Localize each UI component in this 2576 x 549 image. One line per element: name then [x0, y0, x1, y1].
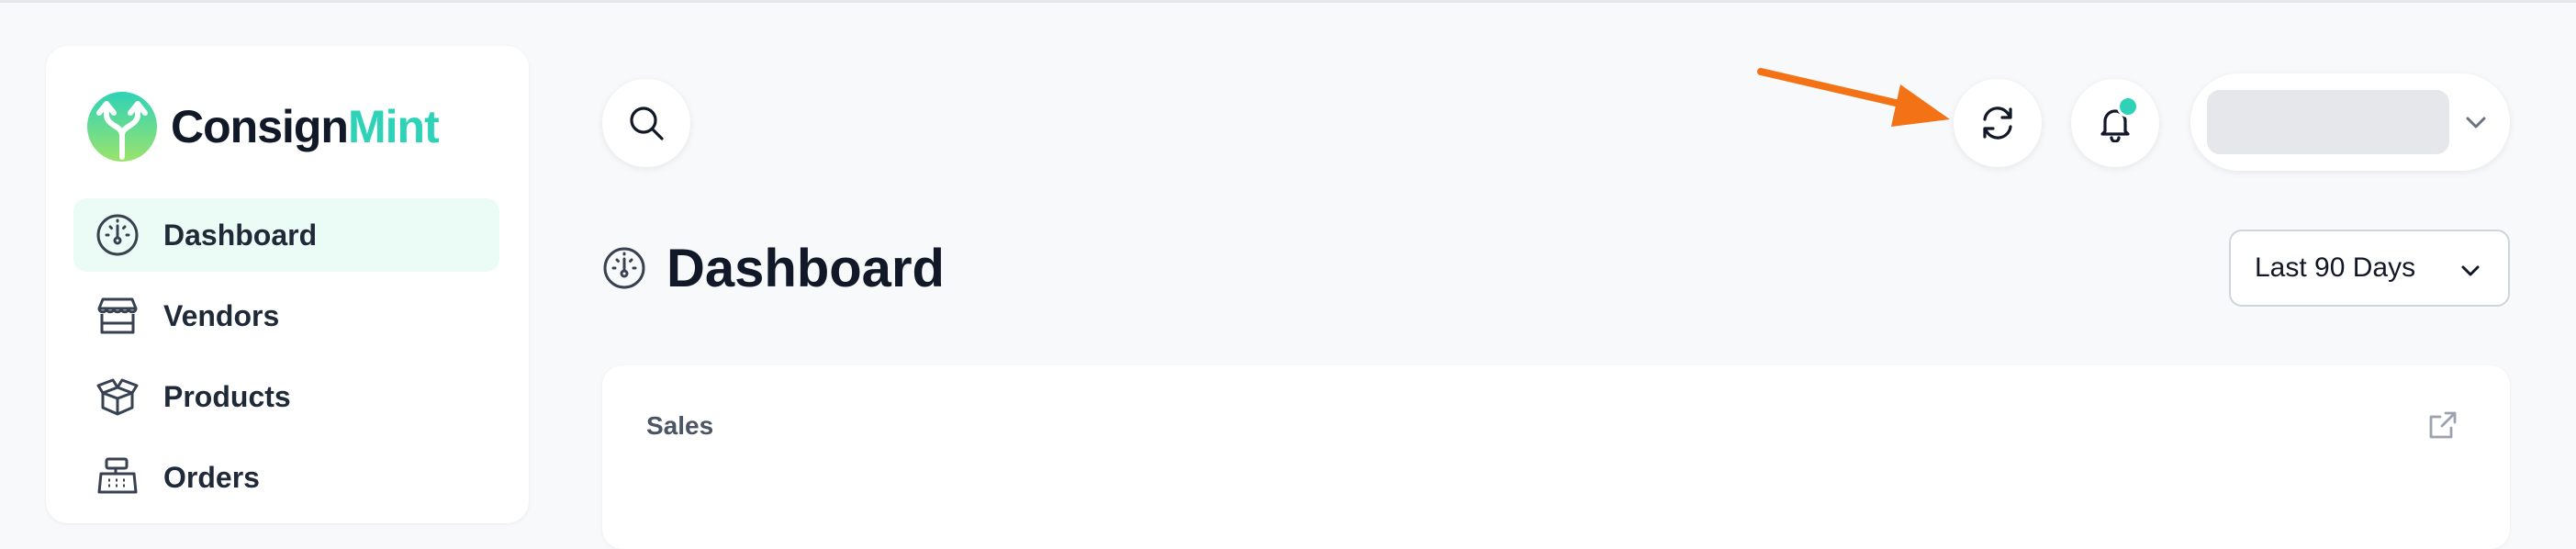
refresh-icon: [1983, 106, 2012, 140]
page-header: Dashboard: [602, 235, 945, 301]
refresh-button[interactable]: [1954, 79, 2042, 167]
sidebar-item-dashboard[interactable]: Dashboard: [73, 198, 499, 272]
page-title: Dashboard: [666, 238, 945, 298]
sidebar-item-label: Products: [163, 379, 291, 413]
sales-card: Sales: [602, 365, 2510, 549]
date-range-value: Last 90 Days: [2255, 252, 2416, 283]
sidebar: ConsignMint Dashboard Vendors Products O…: [46, 46, 529, 523]
chevron-down-icon: [2461, 265, 2480, 276]
sidebar-nav: Dashboard Vendors Products Orders: [73, 198, 499, 521]
sidebar-item-products[interactable]: Products: [73, 360, 499, 433]
split-arrows-logo-icon: [87, 92, 157, 162]
sidebar-item-label: Vendors: [163, 298, 280, 332]
storefront-icon: [94, 292, 141, 340]
chevron-down-icon: [2466, 117, 2486, 129]
sidebar-item-orders[interactable]: Orders: [73, 441, 499, 514]
gauge-icon: [94, 211, 141, 259]
gauge-icon: [603, 247, 645, 289]
brand-logo[interactable]: ConsignMint: [86, 90, 440, 163]
top-border: [0, 0, 2576, 3]
cash-register-icon: [94, 454, 141, 501]
arrow-icon: [1757, 68, 1950, 127]
brand-name: ConsignMint: [171, 100, 440, 153]
brand-name-part1: Consign: [171, 101, 349, 152]
user-name-placeholder: [2207, 90, 2449, 154]
sidebar-item-vendors[interactable]: Vendors: [73, 279, 499, 353]
sales-card-title: Sales: [646, 411, 714, 440]
box-icon: [94, 373, 141, 420]
brand-name-part2: Mint: [347, 101, 440, 152]
notifications-button[interactable]: [2071, 79, 2159, 167]
date-range-select[interactable]: Last 90 Days: [2229, 230, 2510, 307]
notification-dot: [2117, 95, 2139, 118]
user-menu[interactable]: [2190, 73, 2510, 171]
search-button[interactable]: [602, 79, 690, 167]
sidebar-item-label: Orders: [163, 460, 260, 494]
sidebar-item-label: Dashboard: [163, 218, 318, 252]
search-icon: [630, 106, 664, 140]
external-link-icon[interactable]: [2427, 409, 2458, 441]
